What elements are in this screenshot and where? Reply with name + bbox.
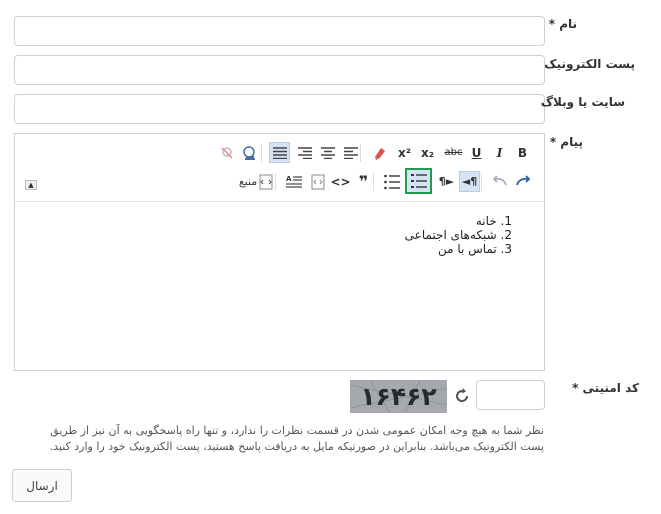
list-item: 2. شبکه‌های اجتماعی bbox=[404, 228, 512, 242]
name-label: نام * bbox=[548, 17, 577, 31]
align-left-icon[interactable] bbox=[340, 142, 361, 163]
underline-button[interactable]: U bbox=[466, 142, 487, 163]
text-direction-rtl-icon[interactable]: ◄¶ bbox=[459, 171, 480, 192]
svg-text:A: A bbox=[286, 175, 292, 183]
align-right-icon[interactable] bbox=[294, 142, 315, 163]
paragraph-format-icon[interactable]: A bbox=[283, 171, 304, 192]
refresh-captcha-icon[interactable] bbox=[453, 387, 471, 405]
rtl-ltr-icon[interactable] bbox=[512, 171, 533, 192]
privacy-note: نظر شما به هیچ وجه امکان عمومی شدن در قس… bbox=[49, 424, 544, 453]
align-justify-icon[interactable] bbox=[269, 142, 290, 163]
editor-toolbar: B I U abc x₂ x² ◄¶ ¶► ❞ <> A منبع ▲ bbox=[15, 134, 544, 202]
italic-button[interactable]: I bbox=[489, 142, 510, 163]
email-label: پست الکترونیک bbox=[544, 57, 635, 71]
website-input[interactable] bbox=[14, 94, 545, 124]
align-center-icon[interactable] bbox=[317, 142, 338, 163]
subscript-button[interactable]: x₂ bbox=[417, 142, 438, 163]
list-item: 3. تماس با من bbox=[437, 242, 512, 256]
superscript-button[interactable]: x² bbox=[394, 142, 415, 163]
bold-button[interactable]: B bbox=[512, 142, 533, 163]
remove-format-icon[interactable] bbox=[369, 142, 390, 163]
email-input[interactable] bbox=[14, 55, 545, 85]
text-direction-ltr-icon[interactable]: ¶► bbox=[436, 171, 457, 192]
name-input[interactable] bbox=[14, 16, 545, 46]
list-item: 1. خانه bbox=[475, 214, 512, 228]
captcha-input[interactable] bbox=[476, 380, 545, 410]
submit-button[interactable]: ارسال bbox=[12, 469, 72, 502]
captcha-image: ۱۶۴۶۲ bbox=[350, 380, 447, 413]
code-icon[interactable]: <> bbox=[330, 171, 351, 192]
collapse-toolbar-icon[interactable]: ▲ bbox=[25, 180, 37, 190]
website-label: سایت یا وبلاگ bbox=[540, 95, 625, 109]
strikethrough-button[interactable]: abc bbox=[441, 142, 466, 163]
link-icon[interactable] bbox=[239, 142, 260, 163]
bulleted-list-icon[interactable] bbox=[381, 171, 402, 192]
unlink-icon[interactable] bbox=[216, 142, 237, 163]
undo-icon[interactable] bbox=[489, 171, 510, 192]
editor-content[interactable]: 1. خانه 2. شبکه‌های اجتماعی 3. تماس با م… bbox=[405, 214, 512, 256]
blockquote-icon[interactable]: ❞ bbox=[353, 171, 374, 192]
message-editor[interactable]: B I U abc x₂ x² ◄¶ ¶► ❞ <> A منبع ▲ 1. خ… bbox=[14, 133, 545, 371]
source-button[interactable]: منبع bbox=[237, 171, 275, 192]
message-label: پیام * bbox=[549, 135, 583, 149]
captcha-code: ۱۶۴۶۲ bbox=[360, 382, 437, 411]
insert-snippet-icon[interactable] bbox=[307, 171, 328, 192]
numbered-list-icon[interactable] bbox=[405, 168, 432, 194]
captcha-label: کد امنیتی * bbox=[572, 381, 639, 395]
